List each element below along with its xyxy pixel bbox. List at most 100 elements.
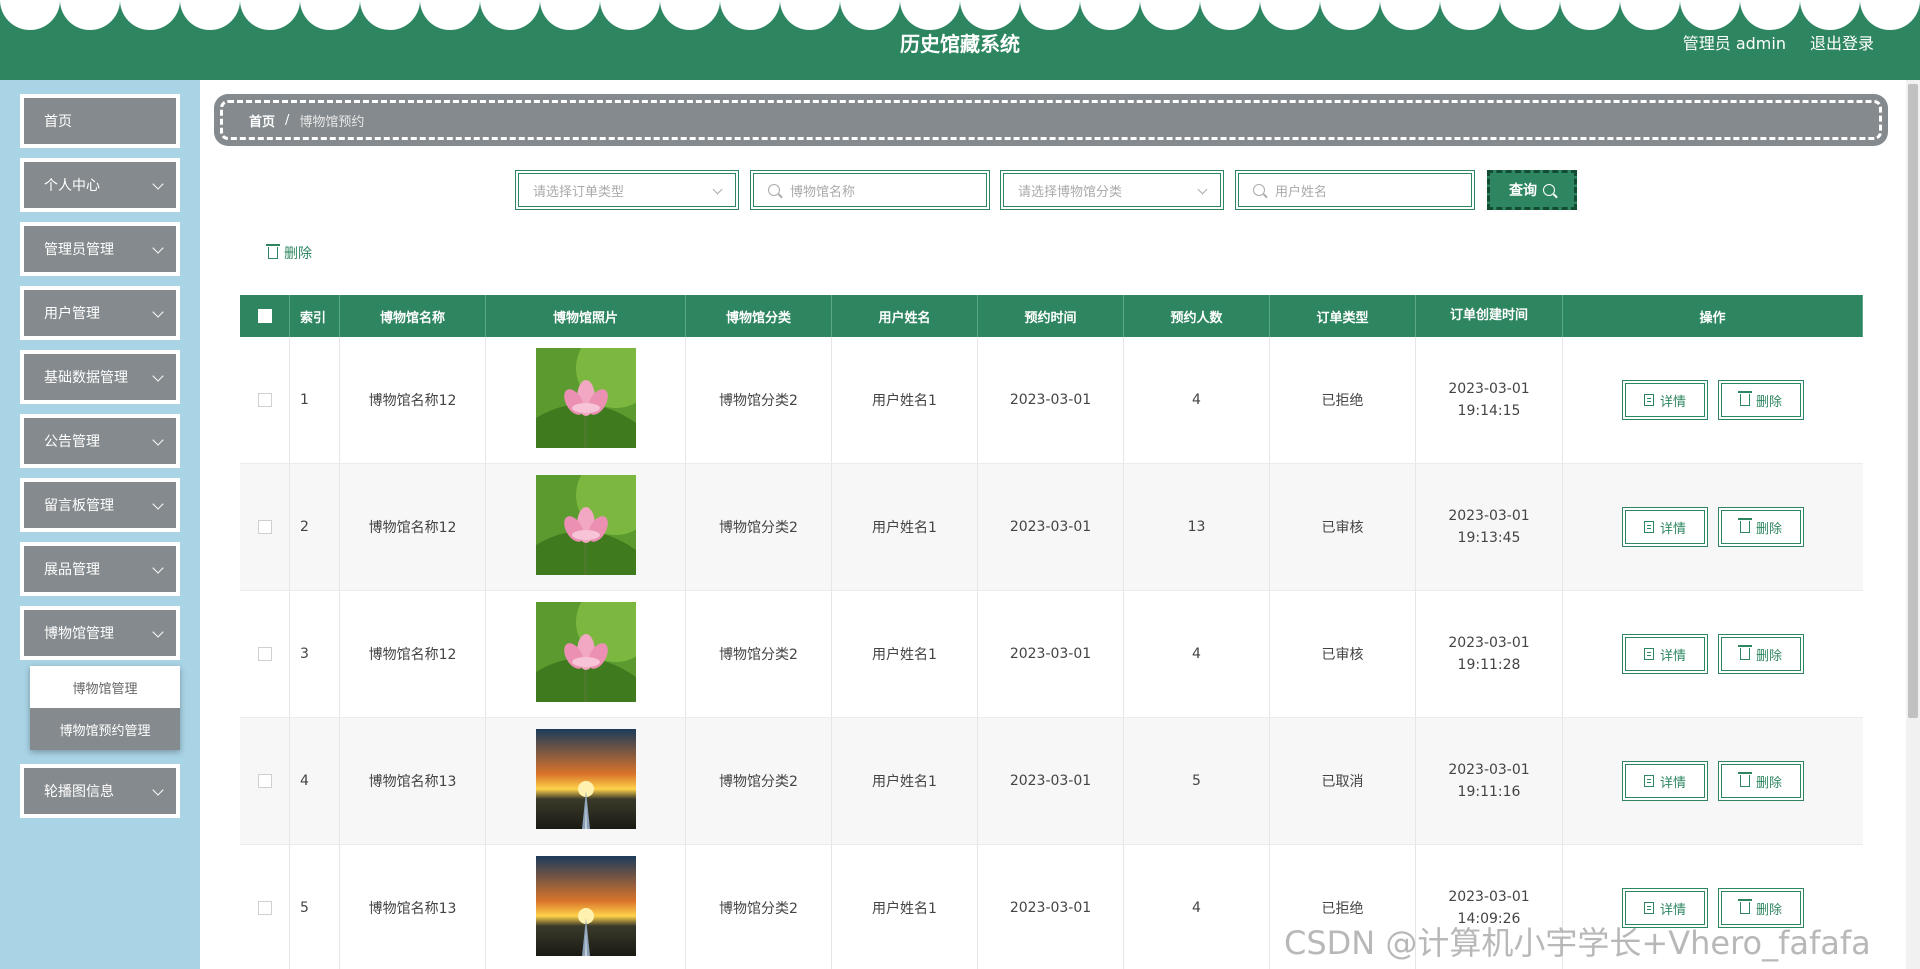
lotus-image: [535, 328, 656, 448]
museum-name-placeholder: 博物馆名称: [790, 184, 856, 200]
delete-button[interactable]: 删除: [1718, 761, 1805, 801]
document-icon: [1643, 394, 1654, 406]
row-museum-name: 博物馆名称13: [340, 845, 486, 969]
row-category: 博物馆分类2: [686, 464, 832, 590]
row-people-count: 4: [1124, 845, 1270, 969]
row-check-cell: [240, 337, 290, 463]
row-people-count: 5: [1124, 718, 1270, 844]
row-people-count: 13: [1124, 464, 1270, 590]
chevron-down-icon: [152, 434, 164, 446]
detail-button[interactable]: 详情: [1621, 761, 1708, 801]
row-museum-name: 博物馆名称12: [340, 464, 486, 590]
top-header: 历史馆藏系统 管理员 admin 退出登录: [0, 0, 1920, 80]
sidebar-item-personal-center[interactable]: 个人中心: [20, 158, 180, 212]
sidebar-item-message-board[interactable]: 留言板管理: [20, 478, 180, 532]
museum-photo[interactable]: [535, 582, 656, 706]
delete-label: 删除: [1756, 775, 1783, 791]
museum-photo[interactable]: [535, 856, 636, 960]
row-checkbox[interactable]: [257, 901, 272, 915]
sidebar-item-label: 管理员管理: [44, 242, 114, 258]
lotus-image: [535, 582, 656, 702]
chevron-down-icon: [152, 306, 164, 318]
sidebar-item-label: 留言板管理: [44, 498, 114, 514]
table-row: 3 博物馆名称12 博物馆分类2 用户姓名1 2023-03-01 4 已审核 …: [240, 582, 1863, 718]
document-icon: [1643, 648, 1654, 660]
delete-button[interactable]: 删除: [1718, 507, 1805, 547]
row-image-cell: [486, 582, 686, 717]
select-all-checkbox[interactable]: [257, 309, 272, 323]
document-icon: [1643, 521, 1654, 533]
delete-label: 删除: [1756, 394, 1783, 410]
sidebar-item-notice[interactable]: 公告管理: [20, 414, 180, 468]
detail-button[interactable]: 详情: [1621, 507, 1708, 547]
sunset-image: [535, 729, 636, 829]
chevron-down-icon: [152, 242, 164, 254]
lotus-image: [535, 455, 656, 575]
sidebar-item-label: 轮播图信息: [44, 784, 114, 800]
row-checkbox[interactable]: [257, 647, 272, 661]
sidebar-item-user-management[interactable]: 用户管理: [20, 286, 180, 340]
detail-button[interactable]: 详情: [1621, 380, 1708, 420]
row-check-cell: [240, 718, 290, 844]
bulk-delete-button[interactable]: 删除: [266, 243, 312, 263]
row-order-type: 已拒绝: [1270, 337, 1416, 463]
row-booking-date: 2023-03-01: [978, 845, 1124, 969]
watermark: CSDN @计算机小宇学长+Vhero_fafafa: [1284, 924, 1871, 962]
sidebar-item-carousel[interactable]: 轮播图信息: [20, 764, 180, 818]
chevron-down-icon: [152, 498, 164, 510]
chevron-down-icon: [712, 184, 723, 195]
sidebar-item-label: 用户管理: [44, 306, 100, 322]
row-checkbox[interactable]: [257, 774, 272, 788]
column-header: 操作: [1563, 295, 1863, 337]
row-image-cell: [486, 718, 686, 844]
submenu-item-museum-booking[interactable]: 博物馆预约管理: [30, 708, 180, 750]
booking-table: 索引 博物馆名称 博物馆照片 博物馆分类 用户姓名 预约时间 预约人数 订单类型…: [240, 295, 1863, 969]
table-body: 1 博物馆名称12 博物馆分类2 用户姓名1 2023-03-01 4 已拒绝 …: [240, 328, 1863, 969]
query-button[interactable]: 查询: [1487, 170, 1577, 210]
sidebar-item-home[interactable]: 首页: [20, 94, 180, 148]
row-museum-name: 博物馆名称12: [340, 337, 486, 463]
detail-label: 详情: [1659, 648, 1686, 664]
chevron-down-icon: [152, 178, 164, 190]
museum-photo[interactable]: [535, 455, 656, 579]
column-header: 索引: [290, 295, 340, 337]
table-row: 2 博物馆名称12 博物馆分类2 用户姓名1 2023-03-01 13 已审核…: [240, 455, 1863, 591]
chevron-down-icon: [152, 784, 164, 796]
search-icon: [1543, 184, 1555, 196]
row-index: 5: [290, 845, 340, 969]
row-people-count: 4: [1124, 591, 1270, 717]
column-header: 博物馆名称: [340, 295, 486, 337]
row-checkbox[interactable]: [257, 520, 272, 534]
column-header: 预约人数: [1124, 295, 1270, 337]
row-image-cell: [486, 845, 686, 969]
order-type-select[interactable]: 请选择订单类型: [515, 170, 739, 210]
museum-photo[interactable]: [535, 328, 656, 452]
sidebar-item-exhibits[interactable]: 展品管理: [20, 542, 180, 596]
museum-photo[interactable]: [535, 729, 636, 833]
row-actions: 详情 删除: [1563, 464, 1863, 590]
scrollbar-thumb[interactable]: [1908, 84, 1918, 718]
breadcrumb: 首页 / 博物馆预约: [214, 94, 1888, 146]
delete-label: 删除: [1756, 521, 1783, 537]
query-label: 查询: [1509, 183, 1537, 199]
user-name-input[interactable]: 用户姓名: [1235, 170, 1475, 210]
row-user-name: 用户姓名1: [832, 464, 978, 590]
row-index: 1: [290, 337, 340, 463]
detail-label: 详情: [1659, 394, 1686, 410]
delete-button[interactable]: 删除: [1718, 380, 1805, 420]
column-header: 预约时间: [978, 295, 1124, 337]
row-actions: 详情 删除: [1563, 591, 1863, 717]
sidebar-item-base-data[interactable]: 基础数据管理: [20, 350, 180, 404]
detail-label: 详情: [1659, 775, 1686, 791]
sidebar-item-admin-management[interactable]: 管理员管理: [20, 222, 180, 276]
sidebar-item-museum-management[interactable]: 博物馆管理: [20, 606, 180, 660]
breadcrumb-home[interactable]: 首页: [249, 111, 275, 130]
chevron-down-icon: [152, 562, 164, 574]
logout-link[interactable]: 退出登录: [1810, 30, 1874, 54]
museum-name-input[interactable]: 博物馆名称: [750, 170, 990, 210]
museum-category-select[interactable]: 请选择博物馆分类: [1000, 170, 1224, 210]
submenu-item-museum[interactable]: 博物馆管理: [30, 666, 180, 708]
delete-button[interactable]: 删除: [1718, 634, 1805, 674]
row-checkbox[interactable]: [257, 393, 272, 407]
detail-button[interactable]: 详情: [1621, 634, 1708, 674]
